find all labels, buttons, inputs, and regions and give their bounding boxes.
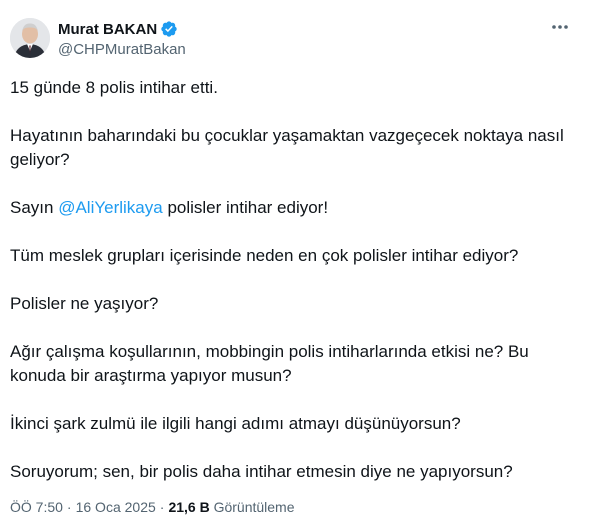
tweet-paragraph: Tüm meslek grupları içerisinde neden en … [10, 246, 519, 265]
tweet-paragraph: 15 günde 8 polis intihar etti. [10, 78, 218, 97]
author-handle[interactable]: @CHPMuratBakan [58, 41, 186, 58]
text-segment: polisler intihar ediyor! [162, 198, 329, 217]
text-segment: Sayın [10, 198, 59, 217]
views-label: Görüntüleme [213, 499, 295, 515]
tweet-time[interactable]: ÖÖ 7:50 [10, 499, 63, 515]
tweet: Murat BAKAN @CHPMuratBakan 15 günde 8 po… [0, 0, 591, 532]
tweet-meta: ÖÖ 7:50 · 16 Oca 2025 · 21,6 B Görüntüleme [10, 499, 295, 515]
author-names: Murat BAKAN @CHPMuratBakan [58, 19, 186, 59]
tweet-paragraph: Polisler ne yaşıyor? [10, 294, 159, 313]
tweet-header: Murat BAKAN @CHPMuratBakan [10, 15, 581, 65]
tweet-text: 15 günde 8 polis intihar etti. Hayatının… [10, 76, 570, 484]
avatar[interactable] [10, 18, 50, 58]
tweet-paragraph-mention: Sayın @AliYerlikaya polisler intihar edi… [10, 196, 570, 220]
verified-badge-icon[interactable] [160, 20, 178, 38]
name-row: Murat BAKAN [58, 19, 186, 39]
separator-dot: · [159, 499, 165, 515]
separator-dot: · [66, 499, 72, 515]
tweet-paragraph: Soruyorum; sen, bir polis daha intihar e… [10, 462, 513, 481]
tweet-paragraph: İkinci şark zulmü ile ilgili hangi adımı… [10, 414, 461, 433]
tweet-paragraph: Hayatının baharındaki bu çocuklar yaşama… [10, 126, 564, 169]
tweet-date[interactable]: 16 Oca 2025 [76, 499, 156, 515]
mention-link[interactable]: @AliYerlikaya [58, 198, 163, 217]
author-display-name[interactable]: Murat BAKAN [58, 21, 157, 38]
views-count: 21,6 B [168, 499, 210, 515]
more-dots-icon[interactable] [547, 17, 573, 37]
tweet-paragraph: Ağır çalışma koşullarının, mobbingin pol… [10, 342, 529, 385]
